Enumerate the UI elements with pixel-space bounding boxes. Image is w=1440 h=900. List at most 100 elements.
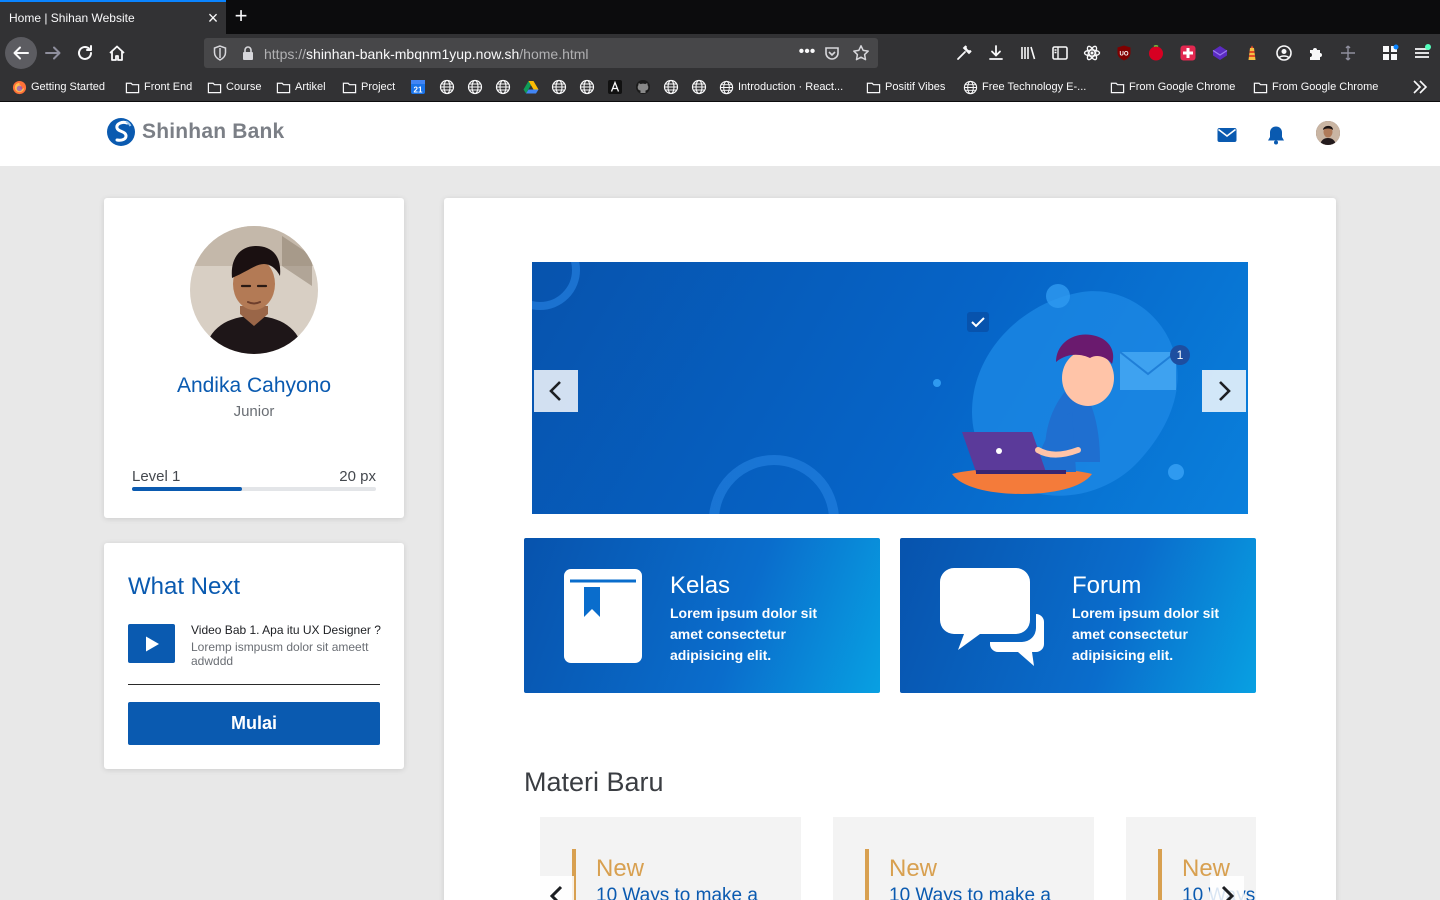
library-icon[interactable] xyxy=(1018,43,1038,63)
materi-badge: New xyxy=(889,855,938,882)
video-title[interactable]: Video Bab 1. Apa itu UX Designer ? xyxy=(191,623,381,637)
tab-title: Home | Shihan Website xyxy=(9,11,135,25)
folder-icon xyxy=(276,82,291,93)
lock-icon[interactable] xyxy=(240,45,256,61)
page-actions-icon[interactable]: ••• xyxy=(796,40,818,66)
play-icon xyxy=(145,636,159,651)
chevron-double-right-icon[interactable] xyxy=(1410,78,1430,96)
mulai-button[interactable]: Mulai xyxy=(128,702,380,745)
bookmark-folder-from-google-chrome[interactable]: From Google Chrome xyxy=(1110,79,1235,95)
profile-photo xyxy=(190,226,318,354)
chat-bubbles-icon xyxy=(940,568,1044,666)
level-progress-fill xyxy=(132,487,242,491)
extension-purple-icon[interactable] xyxy=(1210,43,1230,63)
bookmark-getting-started[interactable]: Getting Started xyxy=(12,79,105,95)
feature-description: Lorem ipsum dolor sit amet consectetur a… xyxy=(1072,605,1220,663)
browser-tab-active[interactable]: Home | Shihan Website × xyxy=(0,0,226,34)
extension-lighthouse-icon[interactable] xyxy=(1242,43,1262,63)
mail-icon[interactable] xyxy=(1216,124,1238,146)
materi-next-button[interactable] xyxy=(1210,876,1244,900)
globe-icon[interactable] xyxy=(495,79,511,95)
browser-tab-bar: Home | Shihan Website × + xyxy=(0,0,1440,34)
tab-close-icon[interactable]: × xyxy=(200,8,226,29)
github-icon[interactable] xyxy=(635,79,651,95)
hero-illustration: 1 xyxy=(532,262,1190,514)
home-icon[interactable] xyxy=(102,38,132,68)
globe-icon[interactable] xyxy=(691,79,707,95)
reload-icon[interactable] xyxy=(70,38,100,68)
extension-cross-icon[interactable] xyxy=(1178,43,1198,63)
carousel-prev-button[interactable] xyxy=(534,370,578,412)
what-next-title: What Next xyxy=(128,573,241,600)
download-icon[interactable] xyxy=(986,43,1006,63)
extension-red-icon[interactable] xyxy=(1146,43,1166,63)
level-label: Level 1 xyxy=(132,468,181,485)
move-icon[interactable] xyxy=(1338,43,1358,63)
bookmark-folder-artikel[interactable]: Artikel xyxy=(276,79,326,95)
url-text[interactable]: https://shinhan-bank-mbqnm1yup.now.sh/ho… xyxy=(264,46,589,62)
play-video-button[interactable] xyxy=(128,624,175,663)
tracking-shield-icon[interactable] xyxy=(212,45,228,61)
bookmark-folder-project[interactable]: Project xyxy=(342,79,395,95)
bookmark-folder-front-end[interactable]: Front End xyxy=(125,79,192,95)
carousel-next-button[interactable] xyxy=(1202,370,1246,412)
back-icon[interactable] xyxy=(5,37,37,69)
chevron-left-icon xyxy=(549,885,563,900)
forward-icon[interactable] xyxy=(38,38,68,68)
sidebar-icon[interactable] xyxy=(1050,43,1070,63)
react-devtools-icon[interactable] xyxy=(1082,43,1102,63)
feature-title: Kelas xyxy=(670,572,731,599)
angular-icon[interactable] xyxy=(607,79,623,95)
globe-icon[interactable] xyxy=(467,79,483,95)
chevron-right-icon xyxy=(1219,381,1231,401)
bookmark-star-icon[interactable] xyxy=(852,44,870,62)
calendar-icon[interactable]: 21 xyxy=(410,79,426,95)
folder-icon xyxy=(866,82,881,93)
materi-title: 10 Ways to make a xyxy=(596,885,758,900)
materi-card[interactable]: New 10 Ways to make a xyxy=(540,817,801,900)
hamburger-menu-icon[interactable] xyxy=(1412,43,1432,63)
wrench-icon[interactable] xyxy=(954,43,974,63)
folder-icon xyxy=(125,82,140,93)
globe-icon[interactable] xyxy=(551,79,567,95)
firefox-icon xyxy=(12,80,27,94)
video-description: Loremp ismpusm dolor sit ameett adwddd xyxy=(191,640,369,668)
bookmark-folder-positif-vibes[interactable]: Positif Vibes xyxy=(866,79,945,95)
bookmark-introduction-react[interactable]: Introduction · React... xyxy=(719,79,843,95)
hero-carousel: 1 xyxy=(532,262,1248,514)
feature-card-kelas[interactable]: Kelas Lorem ipsum dolor sit amet consect… xyxy=(524,538,880,693)
materi-card[interactable]: New 10 Ways to make a xyxy=(833,817,1094,900)
new-tab-icon[interactable]: + xyxy=(230,4,252,28)
bookmark-folder-course[interactable]: Course xyxy=(207,79,261,95)
ublock-icon[interactable]: UO xyxy=(1114,43,1134,63)
globe-icon[interactable] xyxy=(663,79,679,95)
pocket-icon[interactable] xyxy=(824,45,840,61)
google-drive-icon[interactable] xyxy=(523,79,539,95)
extensions-puzzle-icon[interactable] xyxy=(1306,43,1326,63)
bookmark-folder-from-google-chrome-2[interactable]: From Google Chrome xyxy=(1253,79,1378,95)
globe-icon[interactable] xyxy=(579,79,595,95)
bell-icon[interactable] xyxy=(1265,124,1287,146)
profile-name: Andika Cahyono xyxy=(176,374,332,397)
book-icon xyxy=(564,569,642,663)
brand-logo[interactable]: Shinhan Bank xyxy=(106,117,284,147)
extension-grid-icon[interactable] xyxy=(1380,43,1400,63)
materi-prev-button[interactable] xyxy=(540,876,574,900)
accent-bar xyxy=(865,849,869,900)
bookmark-free-technology[interactable]: Free Technology E-... xyxy=(963,79,1086,95)
site-header: Shinhan Bank xyxy=(0,102,1440,166)
svg-text:21: 21 xyxy=(414,86,423,95)
svg-text:UO: UO xyxy=(1120,52,1129,58)
globe-icon[interactable] xyxy=(439,79,455,95)
level-progress-bar xyxy=(132,487,376,491)
feature-card-forum[interactable]: Forum Lorem ipsum dolor sit amet consect… xyxy=(900,538,1256,693)
folder-icon xyxy=(1110,82,1125,93)
globe-icon xyxy=(963,80,978,94)
account-icon[interactable] xyxy=(1274,43,1294,63)
url-bar[interactable]: https://shinhan-bank-mbqnm1yup.now.sh/ho… xyxy=(204,38,878,68)
feature-title: Forum xyxy=(1072,572,1142,599)
materi-carousel: New 10 Ways to make a New 10 Ways to mak… xyxy=(540,817,1256,900)
browser-nav-bar: https://shinhan-bank-mbqnm1yup.now.sh/ho… xyxy=(0,34,1440,72)
materi-title: 10 Ways to make a xyxy=(889,885,1051,900)
user-avatar[interactable] xyxy=(1316,121,1340,145)
